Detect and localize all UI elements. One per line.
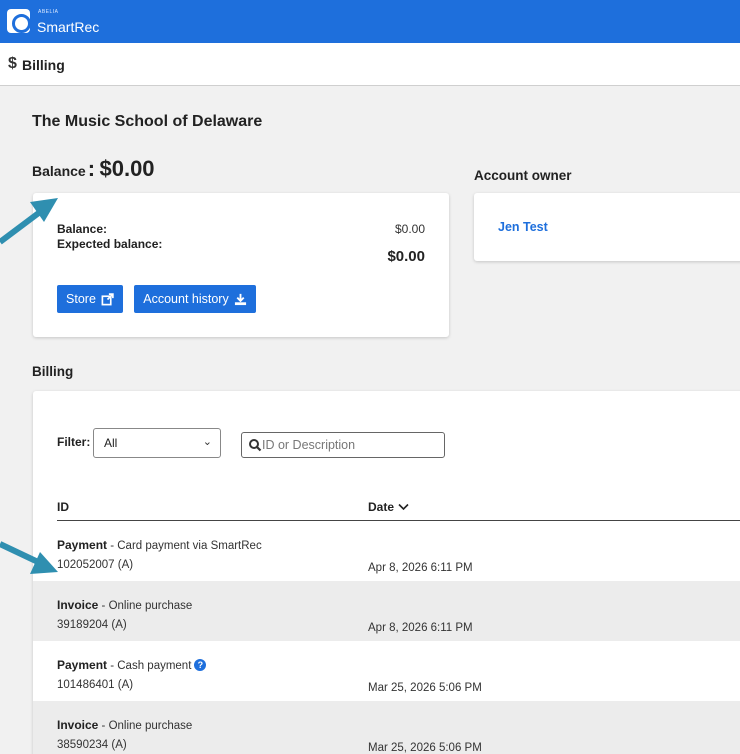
row-description: - Cash payment: [107, 660, 192, 672]
row-date: Mar 25, 2026 5:06 PM: [368, 682, 482, 694]
annotation-arrow-balance: [0, 198, 58, 245]
account-owner-card: Jen Test: [474, 193, 740, 261]
expected-balance-label: Expected balance:: [57, 237, 163, 251]
organization-name: The Music School of Delaware: [32, 113, 263, 130]
app-header: ABELIA SmartRec: [0, 0, 740, 43]
row-id: 101486401 (A): [57, 679, 134, 691]
page-title: Billing: [22, 57, 65, 73]
row-date: Mar 25, 2026 5:06 PM: [368, 742, 482, 754]
row-type-label: Invoice: [57, 718, 99, 732]
account-owner-link[interactable]: Jen Test: [498, 220, 548, 234]
store-button[interactable]: Store: [57, 285, 123, 313]
table-row[interactable]: Invoice - Online purchase 38590234 (A) M…: [33, 701, 740, 754]
help-icon[interactable]: ?: [194, 659, 207, 671]
row-type: Payment - Cash payment?: [57, 658, 207, 672]
row-id: 39189204 (A): [57, 619, 127, 631]
search-box[interactable]: [241, 432, 445, 458]
search-icon: [249, 439, 262, 452]
table-row[interactable]: Invoice - Online purchase 39189204 (A) A…: [33, 581, 740, 641]
brand-small-text: ABELIA: [38, 9, 59, 15]
balance-heading-amount: $0.00: [99, 156, 155, 181]
row-id: 38590234 (A): [57, 739, 127, 751]
row-description: - Card payment via SmartRec: [107, 540, 262, 552]
billing-card: Filter: All ⌄ ID Date Payment - Card pay…: [33, 391, 740, 754]
sort-chevron-down-icon: [398, 503, 409, 511]
balance-card: Balance: $0.00 Expected balance: $0.00 S…: [33, 193, 449, 337]
billing-section-title: Billing: [32, 364, 74, 379]
table-row[interactable]: Payment - Card payment via SmartRec 1020…: [33, 521, 740, 581]
row-type-label: Payment: [57, 658, 108, 672]
balance-heading-colon: :: [87, 156, 96, 181]
account-history-button[interactable]: Account history: [134, 285, 256, 313]
row-description: - Online purchase: [98, 720, 193, 732]
row-type: Payment - Card payment via SmartRec: [57, 538, 262, 552]
download-icon: [234, 293, 246, 305]
filter-select-value: All: [104, 436, 118, 450]
column-header-date[interactable]: Date: [368, 500, 409, 514]
search-input[interactable]: [262, 436, 442, 454]
filter-label: Filter:: [57, 435, 91, 449]
external-link-icon: [101, 292, 114, 305]
row-type: Invoice - Online purchase: [57, 718, 192, 732]
account-history-button-label: Account history: [143, 292, 229, 306]
dollar-icon: $: [8, 55, 17, 72]
column-header-date-label: Date: [368, 500, 395, 514]
balance-heading-label: Balance: [32, 163, 86, 179]
expected-balance-value: $0.00: [387, 248, 425, 265]
row-type-label: Invoice: [57, 598, 99, 612]
balance-value: $0.00: [394, 222, 425, 236]
row-date: Apr 8, 2026 6:11 PM: [368, 622, 473, 634]
chevron-down-icon: ⌄: [202, 436, 212, 448]
store-button-label: Store: [66, 292, 96, 306]
annotation-arrow-payment: [0, 541, 58, 574]
smartrec-logo-icon[interactable]: [7, 9, 31, 33]
filter-select[interactable]: All ⌄: [93, 428, 221, 458]
row-type: Invoice - Online purchase: [57, 598, 192, 612]
balance-heading: Balance: $0.00: [32, 156, 155, 182]
row-description: - Online purchase: [98, 600, 193, 612]
column-header-id[interactable]: ID: [57, 500, 69, 514]
brand-name[interactable]: SmartRec: [37, 19, 99, 35]
table-row[interactable]: Payment - Cash payment? 101486401 (A) Ma…: [33, 641, 740, 701]
account-owner-title: Account owner: [474, 168, 572, 183]
page-header: $ Billing: [0, 43, 740, 86]
row-date: Apr 8, 2026 6:11 PM: [368, 562, 473, 574]
